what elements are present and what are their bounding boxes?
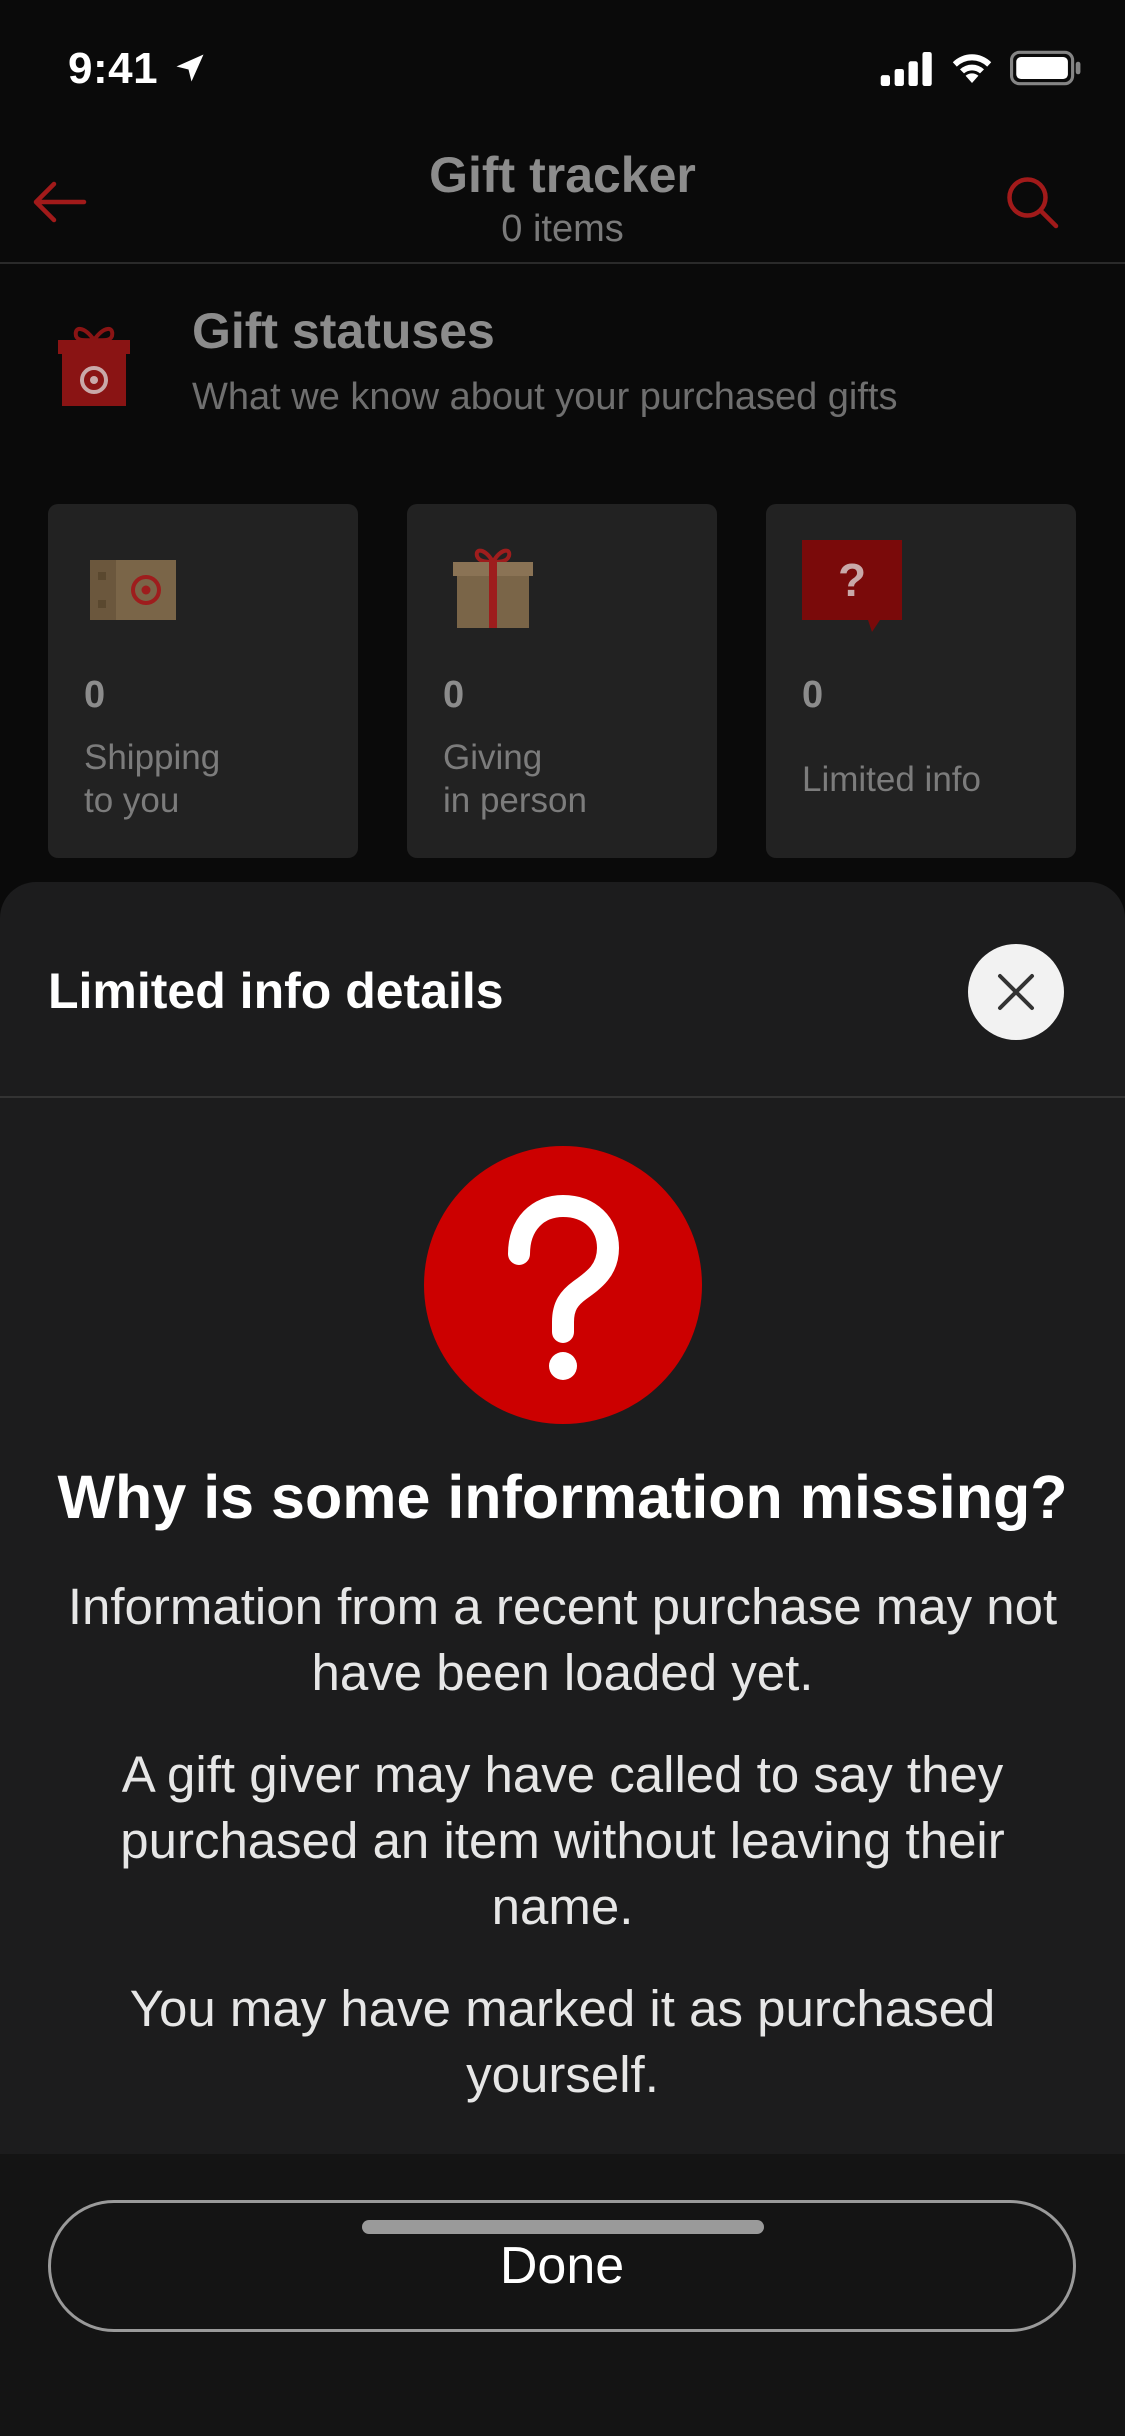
question-mark-icon <box>424 1146 702 1424</box>
cellular-signal-icon <box>880 52 932 86</box>
location-arrow-icon <box>176 54 204 82</box>
status-bar: 9:41 <box>0 0 1125 140</box>
explanation-paragraph: A gift giver may have called to say they… <box>120 1746 1005 1935</box>
status-card-giving[interactable]: 0 Giving in person <box>407 504 717 858</box>
battery-icon <box>1010 50 1081 86</box>
gift-box-icon <box>453 548 533 628</box>
status-cards: 0 Shipping to you 0 Giving in person ? 0… <box>48 504 1078 860</box>
statuses-subtitle: What we know about your purchased gifts <box>192 376 898 418</box>
gift-statuses-section: Gift statuses What we know about your pu… <box>0 290 1125 440</box>
status-card-limited-info[interactable]: ? 0 Limited info <box>766 504 1076 858</box>
close-button[interactable] <box>968 944 1064 1040</box>
limited-info-label: Limited info <box>802 760 981 799</box>
question-bubble-icon: ? <box>802 540 902 632</box>
sheet-heading: Why is some information missing? <box>57 1463 1068 1531</box>
limited-info-sheet: Limited info details Why is some informa… <box>0 882 1125 2436</box>
giving-label: Giving in person <box>443 738 587 820</box>
wifi-icon <box>952 54 992 83</box>
page-title: Gift tracker <box>429 147 696 203</box>
explanation-paragraph: Information from a recent purchase may n… <box>67 1578 1058 1701</box>
shipping-label: Shipping to you <box>84 738 221 820</box>
sheet-header: Limited info details <box>0 882 1125 1098</box>
sheet-title: Limited info details <box>48 963 504 1019</box>
shipping-box-icon <box>90 560 176 620</box>
giving-count: 0 <box>443 674 465 716</box>
status-time: 9:41 <box>68 44 159 93</box>
top-nav-bar: Gift tracker 0 items <box>0 140 1125 264</box>
close-icon <box>998 974 1034 1010</box>
gift-target-icon <box>58 327 130 406</box>
explanation-paragraph: You may have marked it as purchased your… <box>129 1980 996 2103</box>
statuses-title: Gift statuses <box>192 303 495 359</box>
sheet-footer: Done <box>0 2154 1125 2436</box>
home-indicator <box>362 2220 764 2234</box>
shipping-count: 0 <box>84 674 106 716</box>
item-count: 0 items <box>501 208 624 250</box>
search-icon[interactable] <box>996 166 1068 238</box>
svg-text:?: ? <box>838 554 866 606</box>
status-card-shipping[interactable]: 0 Shipping to you <box>48 504 358 858</box>
limited-info-count: 0 <box>802 674 824 716</box>
